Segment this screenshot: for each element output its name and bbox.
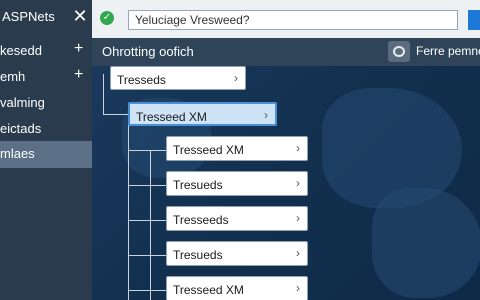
sidebar-title: ASPNets: [2, 9, 55, 24]
sidebar-item-active[interactable]: mlaes: [0, 141, 92, 168]
sub-toolbar: Ohrotting oofich Ferre pemne: [92, 38, 480, 66]
sidebar-item[interactable]: kesedd +: [0, 38, 92, 65]
search-button[interactable]: [468, 10, 480, 30]
tree-node-label: Tresseed XM: [136, 110, 207, 124]
chevron-right-icon: ›: [296, 211, 300, 225]
sidebar-item-label: valming: [0, 95, 45, 110]
tree-node[interactable]: Tresueds ›: [166, 241, 308, 266]
tree-connector: [128, 150, 166, 151]
tree-node-root[interactable]: Tresseds ›: [110, 66, 246, 90]
sidebar-item-label: kesedd: [0, 43, 42, 58]
tree-node-label: Tresueds: [173, 248, 223, 262]
add-icon[interactable]: +: [74, 66, 83, 84]
tree-node-label: Tresseed XM: [173, 143, 244, 157]
sidebar: ASPNets ✕ kesedd + emh + valming eictads…: [0, 0, 92, 300]
tree-node[interactable]: Tresueds ›: [166, 171, 308, 196]
tree-node-selected[interactable]: Tresseed XM ›: [128, 102, 277, 126]
tree-node-label: Tresueds: [173, 178, 223, 192]
sidebar-item[interactable]: valming: [0, 90, 92, 117]
sidebar-header: ASPNets ✕: [0, 0, 92, 35]
tree-connector: [103, 114, 128, 115]
chevron-right-icon: ›: [296, 246, 300, 260]
tree-connector: [128, 220, 166, 221]
sidebar-item[interactable]: emh +: [0, 64, 92, 91]
check-circle-icon: ✓: [100, 11, 114, 25]
tree-connector: [103, 74, 104, 114]
close-icon[interactable]: ✕: [72, 6, 88, 26]
tree-node-label: Tresseds: [117, 73, 166, 87]
chevron-right-icon: ›: [296, 281, 300, 295]
chevron-right-icon: ›: [234, 71, 238, 85]
panel-title: Ohrotting oofich: [102, 44, 194, 59]
top-bar: ✓: [92, 0, 480, 38]
filter-label: Ferre pemne: [416, 44, 480, 58]
chevron-right-icon: ›: [264, 108, 268, 122]
tree-node-label: Tresseeds: [173, 213, 229, 227]
tree-connector: [128, 185, 166, 186]
tree-node[interactable]: Tresseeds ›: [166, 206, 308, 231]
map-background-shape: [372, 188, 480, 298]
filter-icon[interactable]: [388, 41, 410, 62]
tree-node[interactable]: Tresseed XM ›: [166, 136, 308, 161]
tree-connector: [128, 114, 129, 300]
tree-connector: [128, 255, 166, 256]
tree-connector: [150, 150, 151, 300]
chevron-right-icon: ›: [296, 176, 300, 190]
tree-node[interactable]: Tresseed XM ›: [166, 276, 308, 300]
search-input[interactable]: [128, 10, 458, 30]
sidebar-item-label: mlaes: [0, 146, 35, 161]
add-icon[interactable]: +: [74, 40, 83, 58]
tree-connector: [128, 290, 166, 291]
sidebar-item[interactable]: eictads: [0, 116, 92, 143]
sidebar-item-label: emh: [0, 69, 26, 84]
main-panel: Ohrotting oofich Ferre pemne Tresseds › …: [92, 38, 480, 300]
chevron-right-icon: ›: [296, 141, 300, 155]
sidebar-item-label: eictads: [0, 121, 42, 136]
tree-node-label: Tresseed XM: [173, 283, 244, 297]
